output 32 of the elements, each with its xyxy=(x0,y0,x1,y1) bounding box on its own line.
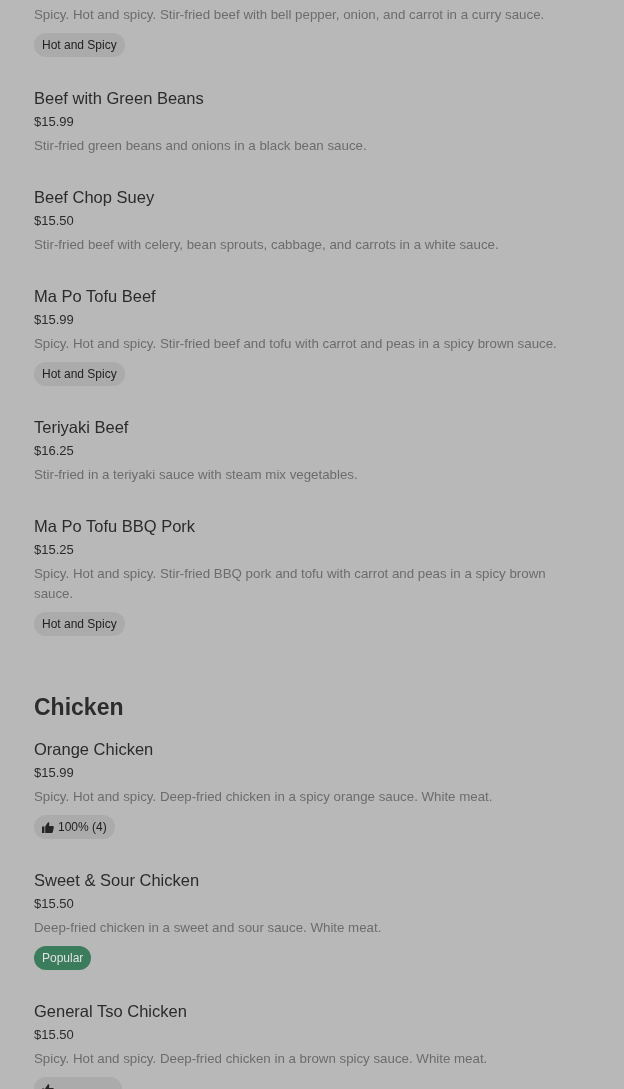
menu-item-description: Spicy. Hot and spicy. Deep-fried chicken in a brown spicy sauce. White meat. xyxy=(34,1050,489,1068)
menu-item-description: Stir-fried in a teriyaki sauce with steam mix vegetables. xyxy=(34,466,359,484)
menu-item-name[interactable]: Beef Chop Suey xyxy=(34,185,564,209)
menu-item-name[interactable]: General Tso Chicken xyxy=(34,999,564,1023)
menu-item-name[interactable]: Sweet & Sour Chicken xyxy=(34,868,564,892)
menu-item-description: Stir-fried green beans and onions in a black bean sauce. xyxy=(34,137,368,155)
menu-item-description: Stir-fried beef with celery, bean sprouts, cabbage, and carrots in a white sauce. xyxy=(34,236,500,254)
menu-item-description: Spicy. Hot and spicy. Stir-fried beef and tofu with carrot and peas in a spicy brown sauce. xyxy=(34,335,558,353)
menu-item-name[interactable]: Ma Po Tofu BBQ Pork xyxy=(34,514,564,538)
menu-item-name[interactable]: Ma Po Tofu Beef xyxy=(34,284,564,308)
menu-item-description: Deep-fried chicken in a sweet and sour sauce. White meat. xyxy=(34,919,383,937)
thumbs-up-icon xyxy=(42,821,54,833)
menu-item-price: $15.50 xyxy=(34,1026,75,1044)
menu-item-name[interactable]: Beef with Green Beans xyxy=(34,86,564,110)
menu-item-price: $15.25 xyxy=(34,541,75,559)
rating-text: 100% (4) xyxy=(58,820,107,834)
menu-item-price: $16.25 xyxy=(34,442,75,460)
menu-item-description: Spicy. Hot and spicy. Stir-fried BBQ pork and tofu with carrot and peas in a spicy brown sauce. xyxy=(34,565,547,603)
menu-item-description: Spicy. Hot and spicy. Deep-fried chicken in a spicy orange sauce. White meat. xyxy=(34,788,494,806)
menu-item-description: Spicy. Hot and spicy. Stir-fried beef with bell pepper, onion, and carrot in a curry sauce. xyxy=(34,6,546,24)
menu-item-name[interactable]: Orange Chicken xyxy=(34,737,564,761)
menu-item-name[interactable]: Teriyaki Beef xyxy=(34,415,564,439)
section-heading: Chicken xyxy=(34,693,125,722)
menu-item-price: $15.99 xyxy=(34,311,75,329)
menu-item-price: $15.99 xyxy=(34,764,75,782)
menu-item-price: $15.50 xyxy=(34,212,75,230)
menu-item-price: $15.99 xyxy=(34,113,75,131)
popular-badge: Popular xyxy=(34,946,92,970)
menu-item-price: $15.50 xyxy=(34,895,75,913)
tag-badge: Hot and Spicy xyxy=(34,362,125,386)
tag-badge: Hot and Spicy xyxy=(34,33,125,57)
tag-badge: Hot and Spicy xyxy=(34,612,125,636)
